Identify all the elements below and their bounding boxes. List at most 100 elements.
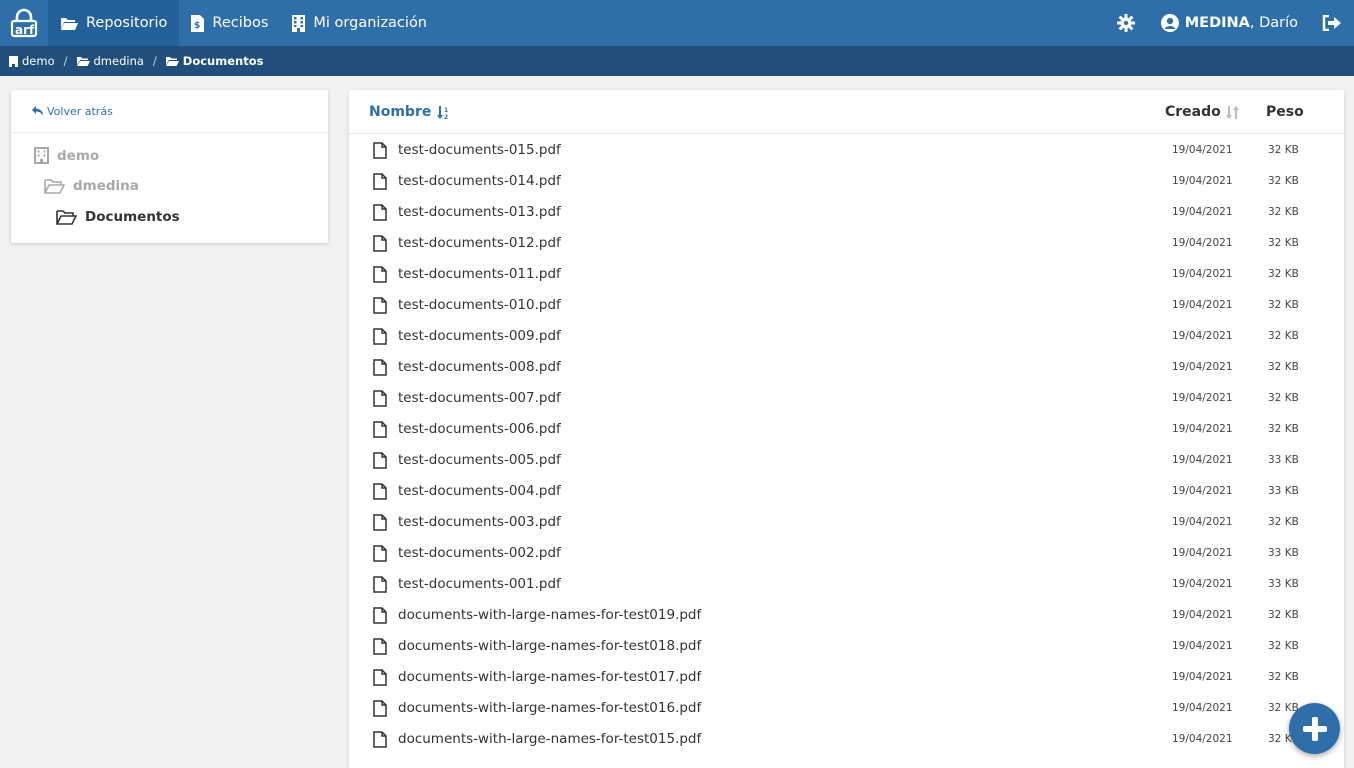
file-size: 33 KB	[1268, 485, 1299, 497]
table-row[interactable]: test-documents-009.pdf 19/04/2021 32 KB	[349, 320, 1344, 351]
file-name[interactable]: test-documents-010.pdf	[398, 297, 561, 313]
file-created-date: 19/04/2021	[1172, 578, 1233, 590]
breadcrumb-dmedina[interactable]: dmedina	[76, 54, 144, 68]
column-header-name[interactable]: Nombre 12	[369, 104, 450, 120]
file-created-date: 19/04/2021	[1172, 640, 1233, 652]
column-header-size[interactable]: Peso	[1266, 104, 1304, 120]
table-row[interactable]: test-documents-007.pdf 19/04/2021 32 KB	[349, 382, 1344, 413]
file-size: 32 KB	[1268, 671, 1299, 683]
table-row[interactable]: test-documents-004.pdf 19/04/2021 33 KB	[349, 475, 1344, 506]
file-name[interactable]: test-documents-006.pdf	[398, 421, 561, 437]
file-icon	[373, 669, 387, 686]
file-size: 32 KB	[1268, 268, 1299, 280]
table-row[interactable]: test-documents-003.pdf 19/04/2021 32 KB	[349, 506, 1344, 537]
file-name[interactable]: test-documents-009.pdf	[398, 328, 561, 344]
nav-recibos[interactable]: $ Recibos	[179, 0, 280, 46]
file-name[interactable]: test-documents-002.pdf	[398, 545, 561, 561]
file-name[interactable]: test-documents-003.pdf	[398, 514, 561, 530]
file-size: 33 KB	[1268, 578, 1299, 590]
file-created-date: 19/04/2021	[1172, 609, 1233, 621]
tree-item-demo-label: demo	[57, 147, 100, 164]
file-name[interactable]: test-documents-011.pdf	[398, 266, 561, 282]
app-logo[interactable]: arf	[0, 0, 48, 46]
file-name[interactable]: test-documents-014.pdf	[398, 173, 561, 189]
file-name[interactable]: documents-with-large-names-for-test018.p…	[398, 638, 701, 654]
table-header: Nombre 12 Creado Peso	[349, 90, 1344, 134]
add-document-button[interactable]	[1289, 703, 1340, 754]
table-row[interactable]: documents-with-large-names-for-test017.p…	[349, 661, 1344, 692]
file-icon	[373, 359, 387, 376]
table-row[interactable]: test-documents-008.pdf 19/04/2021 32 KB	[349, 351, 1344, 382]
file-icon	[373, 421, 387, 438]
file-created-date: 19/04/2021	[1172, 268, 1233, 280]
file-icon	[373, 576, 387, 593]
file-created-date: 19/04/2021	[1172, 206, 1233, 218]
file-size: 32 KB	[1268, 144, 1299, 156]
file-created-date: 19/04/2021	[1172, 330, 1233, 342]
table-row[interactable]: documents-with-large-names-for-test015.p…	[349, 723, 1344, 754]
logout-button[interactable]	[1308, 0, 1354, 46]
tree-item-dmedina[interactable]: dmedina	[44, 178, 139, 194]
building-icon	[34, 147, 49, 164]
folder-open-icon	[44, 178, 65, 194]
table-row[interactable]: test-documents-015.pdf 19/04/2021 32 KB	[349, 134, 1344, 165]
tree-item-documentos-label: Documentos	[85, 209, 180, 225]
file-created-date: 19/04/2021	[1172, 485, 1233, 497]
file-created-date: 19/04/2021	[1172, 516, 1233, 528]
file-created-date: 19/04/2021	[1172, 361, 1233, 373]
file-name[interactable]: test-documents-012.pdf	[398, 235, 561, 251]
file-size: 32 KB	[1268, 330, 1299, 342]
file-name[interactable]: test-documents-001.pdf	[398, 576, 561, 592]
file-icon	[373, 204, 387, 221]
table-row[interactable]: test-documents-013.pdf 19/04/2021 32 KB	[349, 196, 1344, 227]
file-icon	[373, 297, 387, 314]
nav-mi-organizacion[interactable]: Mi organización	[280, 0, 439, 46]
breadcrumb-documentos-label: Documentos	[182, 54, 264, 68]
file-created-date: 19/04/2021	[1172, 175, 1233, 187]
user-menu[interactable]: MEDINA, Darío	[1151, 0, 1308, 46]
table-row[interactable]: test-documents-010.pdf 19/04/2021 32 KB	[349, 289, 1344, 320]
file-name[interactable]: test-documents-007.pdf	[398, 390, 561, 406]
file-name[interactable]: test-documents-015.pdf	[398, 142, 561, 158]
nav-repositorio[interactable]: Repositorio	[48, 0, 180, 46]
file-icon	[373, 142, 387, 159]
file-name[interactable]: test-documents-013.pdf	[398, 204, 561, 220]
settings-button[interactable]	[1101, 0, 1151, 46]
table-row[interactable]: test-documents-014.pdf 19/04/2021 32 KB	[349, 165, 1344, 196]
column-header-created[interactable]: Creado	[1165, 104, 1239, 120]
user-circle-icon	[1160, 14, 1179, 32]
file-name[interactable]: documents-with-large-names-for-test017.p…	[398, 669, 701, 685]
file-size: 32 KB	[1268, 640, 1299, 652]
svg-text:1: 1	[444, 107, 448, 114]
file-name[interactable]: test-documents-008.pdf	[398, 359, 561, 375]
file-name[interactable]: documents-with-large-names-for-test015.p…	[398, 731, 701, 747]
table-row[interactable]: test-documents-005.pdf 19/04/2021 33 KB	[349, 444, 1344, 475]
reply-arrow-icon	[32, 106, 43, 116]
file-size: 32 KB	[1268, 361, 1299, 373]
table-row[interactable]: documents-with-large-names-for-test019.p…	[349, 599, 1344, 630]
tree-item-documentos[interactable]: Documentos	[56, 209, 180, 225]
tree-item-demo[interactable]: demo	[34, 147, 99, 164]
table-row[interactable]: test-documents-006.pdf 19/04/2021 32 KB	[349, 413, 1344, 444]
nav-recibos-label: Recibos	[212, 15, 269, 31]
table-row[interactable]: documents-with-large-names-for-test018.p…	[349, 630, 1344, 661]
file-icon	[373, 452, 387, 469]
file-created-date: 19/04/2021	[1172, 702, 1233, 714]
folder-open-icon	[165, 57, 179, 66]
table-row[interactable]: test-documents-001.pdf 19/04/2021 33 KB	[349, 568, 1344, 599]
file-name[interactable]: documents-with-large-names-for-test019.p…	[398, 607, 701, 623]
file-icon	[373, 266, 387, 283]
file-name[interactable]: documents-with-large-names-for-test016.p…	[398, 700, 701, 716]
breadcrumb-demo[interactable]: demo	[9, 54, 55, 68]
file-name[interactable]: test-documents-004.pdf	[398, 483, 561, 499]
user-name: MEDINA, Darío	[1185, 15, 1298, 31]
table-row[interactable]: test-documents-002.pdf 19/04/2021 33 KB	[349, 537, 1344, 568]
file-name[interactable]: test-documents-005.pdf	[398, 452, 561, 468]
folder-open-icon	[61, 17, 78, 30]
table-row[interactable]: test-documents-011.pdf 19/04/2021 32 KB	[349, 258, 1344, 289]
table-row[interactable]: test-documents-012.pdf 19/04/2021 32 KB	[349, 227, 1344, 258]
table-row[interactable]: documents-with-large-names-for-test016.p…	[349, 692, 1344, 723]
file-size: 32 KB	[1268, 609, 1299, 621]
back-link[interactable]: Volver atrás	[11, 90, 328, 133]
document-rows: test-documents-015.pdf 19/04/2021 32 KB tes…	[349, 134, 1344, 754]
